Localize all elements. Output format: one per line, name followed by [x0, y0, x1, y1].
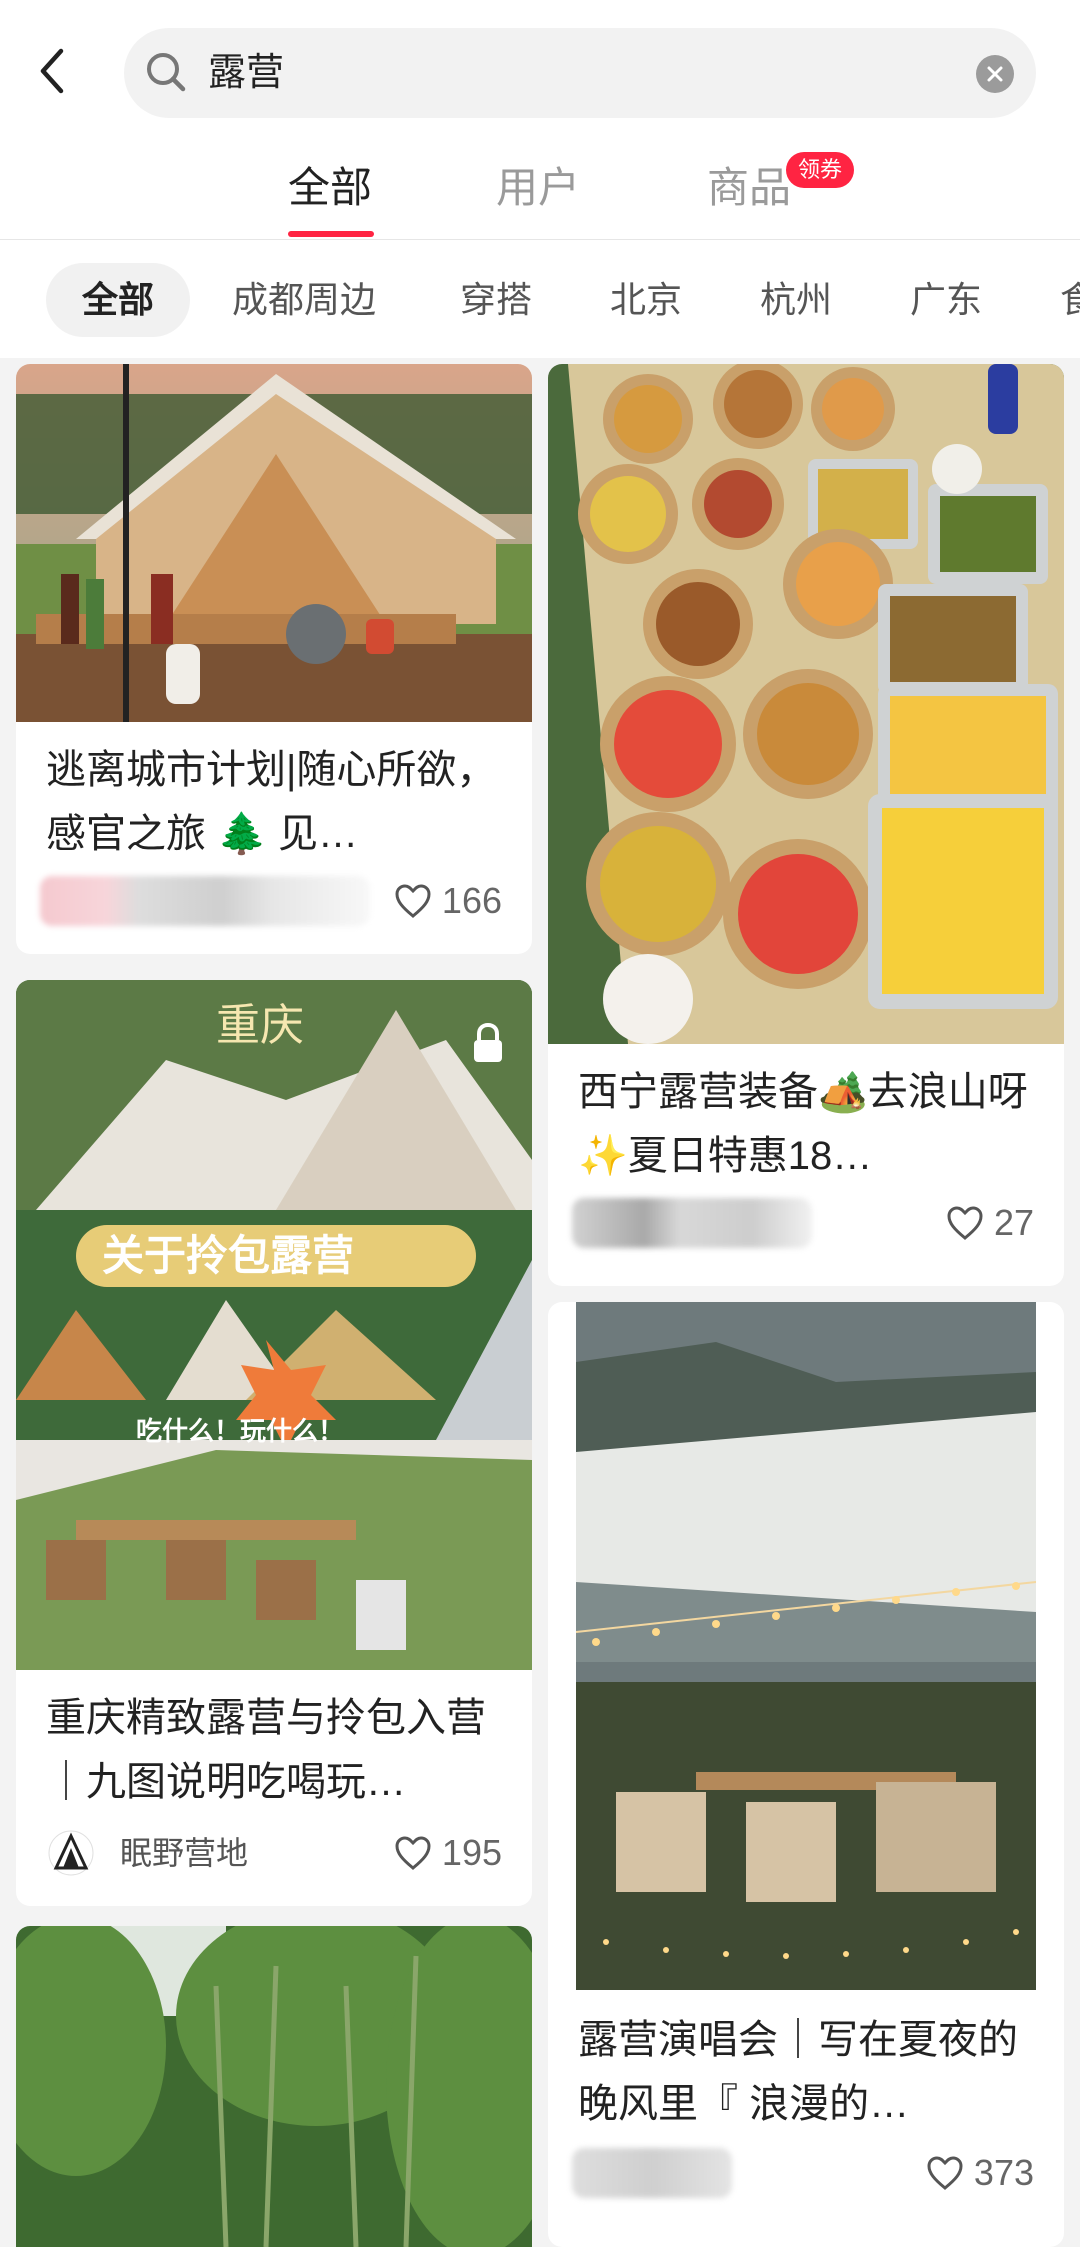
like-count: 166 — [441, 880, 502, 921]
coupon-badge: 领券 — [786, 152, 855, 188]
like-count: 195 — [441, 1832, 502, 1873]
avatar[interactable] — [48, 1830, 94, 1876]
card-title[interactable]: 逃离城市计划|随心所欲，感官之旅 🌲 见… — [46, 738, 508, 866]
note-card[interactable] — [16, 1926, 532, 2247]
heart-icon — [927, 2156, 963, 2190]
chip-guangdong[interactable]: 广东 — [910, 263, 982, 337]
like-button[interactable]: 373 — [926, 2152, 1034, 2194]
search-bar[interactable]: 露营 — [124, 28, 1036, 118]
like-button[interactable]: 166 — [394, 880, 502, 922]
like-count: 27 — [993, 1202, 1034, 1243]
overlay-city-text: 重庆 — [216, 1000, 304, 1051]
back-arrow-icon — [40, 48, 64, 94]
note-card[interactable]: 逃离城市计划|随心所欲，感官之旅 🌲 见… 166 — [16, 364, 532, 954]
note-card[interactable]: 露营演唱会｜写在夏夜的晚风里『 浪漫的… 373 — [548, 1302, 1064, 2247]
card-image — [576, 1302, 1036, 1990]
overlay-banner-text: 关于拎包露营 — [102, 1231, 354, 1280]
card-meta: 27 — [572, 1194, 1040, 1250]
card-meta: 166 — [40, 872, 508, 928]
card-image: 重庆 关于拎包露营 吃什么！玩什么！ — [16, 980, 532, 1670]
note-card[interactable]: 重庆 关于拎包露营 吃什么！玩什么！ 重庆精致露营与拎包入营｜九图说明吃喝玩… … — [16, 980, 532, 1906]
result-tabs: 全部 用户 商品 领券 — [0, 140, 1080, 240]
chip-all[interactable]: 全部 — [46, 263, 191, 337]
heart-icon — [395, 1836, 431, 1870]
tab-users[interactable]: 用户 — [496, 162, 580, 214]
card-meta: 373 — [572, 2144, 1040, 2200]
close-icon — [987, 66, 1003, 82]
tab-products[interactable]: 商品 — [707, 162, 791, 214]
heart-icon — [395, 884, 431, 918]
search-icon — [147, 53, 186, 92]
clear-search-button[interactable] — [976, 55, 1014, 93]
like-count: 373 — [973, 2152, 1034, 2193]
author-name[interactable]: 眠野营地 — [120, 1832, 248, 1874]
card-title[interactable]: 重庆精致露营与拎包入营｜九图说明吃喝玩… — [46, 1686, 508, 1814]
card-title[interactable]: 露营演唱会｜写在夏夜的晚风里『 浪漫的… — [578, 2008, 1040, 2136]
card-meta: 眠野营地 195 — [40, 1824, 508, 1880]
card-image — [548, 364, 1064, 1044]
like-button[interactable]: 27 — [946, 1202, 1034, 1244]
chip-food[interactable]: 食 — [1060, 263, 1080, 337]
note-card[interactable]: 西宁露营装备🏕️去浪山呀✨夏日特惠18… 27 — [548, 364, 1064, 1286]
card-image — [16, 364, 532, 722]
author-blurred — [40, 876, 370, 926]
back-button[interactable] — [22, 36, 82, 106]
filter-chips: 全部 成都周边 穿搭 北京 杭州 广东 食 — [0, 240, 1080, 358]
active-tab-indicator — [288, 231, 374, 237]
chip-chengdu-nearby[interactable]: 成都周边 — [232, 263, 376, 337]
overlay-badge-text: 吃什么！玩什么！ — [136, 1417, 344, 1447]
lock-icon — [474, 1022, 502, 1062]
card-image — [16, 1926, 532, 2247]
card-title[interactable]: 西宁露营装备🏕️去浪山呀✨夏日特惠18… — [578, 1060, 1040, 1188]
chip-hangzhou[interactable]: 杭州 — [760, 263, 832, 337]
author-blurred — [572, 1198, 812, 1248]
header: 露营 全部 用户 商品 领券 — [0, 0, 1080, 240]
like-button[interactable]: 195 — [394, 1832, 502, 1874]
tab-all[interactable]: 全部 — [288, 162, 372, 214]
author-blurred — [572, 2148, 732, 2198]
heart-icon — [947, 1206, 983, 1240]
chip-outfit[interactable]: 穿搭 — [460, 263, 532, 337]
search-input[interactable]: 露营 — [208, 46, 284, 100]
chip-beijing[interactable]: 北京 — [610, 263, 682, 337]
